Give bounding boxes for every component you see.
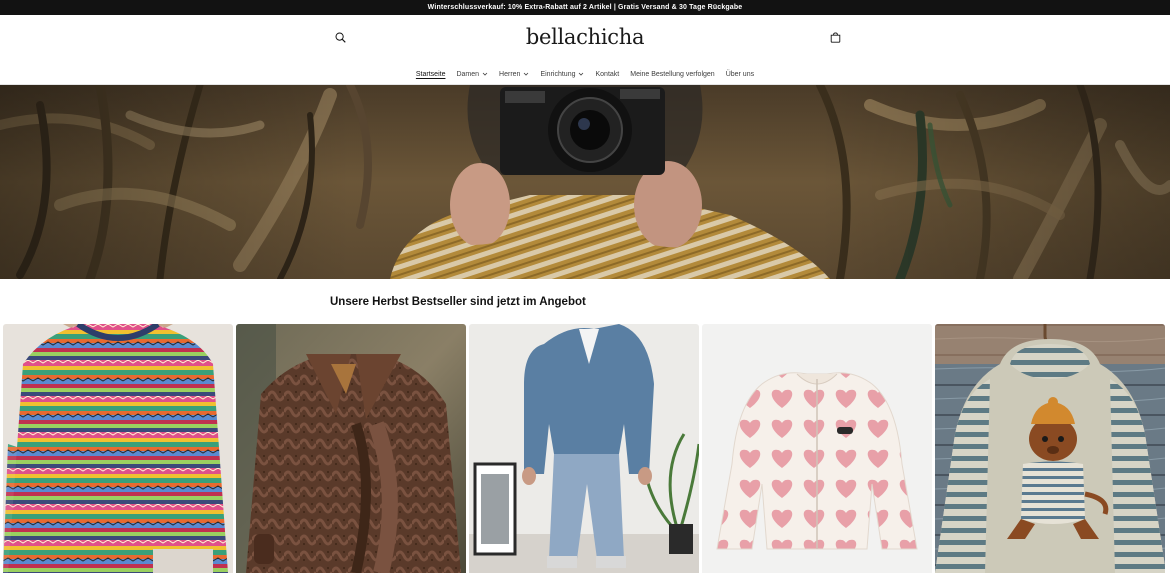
nav-item-startseite[interactable]: Startseite xyxy=(410,71,451,78)
product-image-cable-knit-jacket xyxy=(236,324,466,573)
nav-item-damen[interactable]: Damen xyxy=(451,71,494,78)
hero-illustration xyxy=(0,85,1170,279)
product-card[interactable] xyxy=(3,324,233,573)
search-icon xyxy=(335,32,346,43)
nav-item-label: Über uns xyxy=(725,70,755,78)
product-image-fair-isle-sweater xyxy=(3,324,233,573)
product-image-heart-fleece-jacket xyxy=(702,324,932,573)
site-header: bellachicha Startseite Damen Herren Einr… xyxy=(0,15,1170,85)
nav-item-label: Meine Bestellung verfolgen xyxy=(630,70,715,78)
nav-item-label: Herren xyxy=(499,70,521,78)
nav-item-ueber-uns[interactable]: Über uns xyxy=(720,71,759,78)
nav-item-label: Damen xyxy=(456,70,480,78)
product-card[interactable] xyxy=(935,324,1165,573)
main-navigation: Startseite Damen Herren Einrichtung Kont… xyxy=(0,67,1170,81)
announcement-bar: Winterschlussverkauf: 10% Extra-Rabatt a… xyxy=(0,0,1170,15)
product-image-denim-shirt-man xyxy=(469,324,699,573)
site-logo[interactable]: bellachicha xyxy=(520,21,650,53)
nav-item-label: Startseite xyxy=(415,70,446,78)
nav-item-bestellung-verfolgen[interactable]: Meine Bestellung verfolgen xyxy=(625,71,720,78)
nav-item-kontakt[interactable]: Kontakt xyxy=(590,71,625,78)
nav-item-label: Einrichtung xyxy=(540,70,576,78)
chevron-down-icon xyxy=(524,72,529,76)
chevron-down-icon xyxy=(579,72,584,76)
nav-item-herren[interactable]: Herren xyxy=(494,71,535,78)
section-title: Unsere Herbst Bestseller sind jetzt im A… xyxy=(330,296,586,308)
announcement-text: Winterschlussverkauf: 10% Extra-Rabatt a… xyxy=(427,4,743,11)
product-card[interactable] xyxy=(236,324,466,573)
nav-item-einrichtung[interactable]: Einrichtung xyxy=(535,71,590,78)
product-card[interactable] xyxy=(469,324,699,573)
hero-banner-image xyxy=(0,85,1170,279)
product-image-dog-print-hoodie xyxy=(935,324,1165,573)
search-button[interactable] xyxy=(332,29,348,45)
product-card[interactable] xyxy=(702,324,932,573)
nav-item-label: Kontakt xyxy=(595,70,620,78)
shopping-bag-icon xyxy=(830,31,840,43)
chevron-down-icon xyxy=(482,72,488,76)
cart-button[interactable] xyxy=(826,28,844,46)
product-grid xyxy=(3,324,1166,573)
